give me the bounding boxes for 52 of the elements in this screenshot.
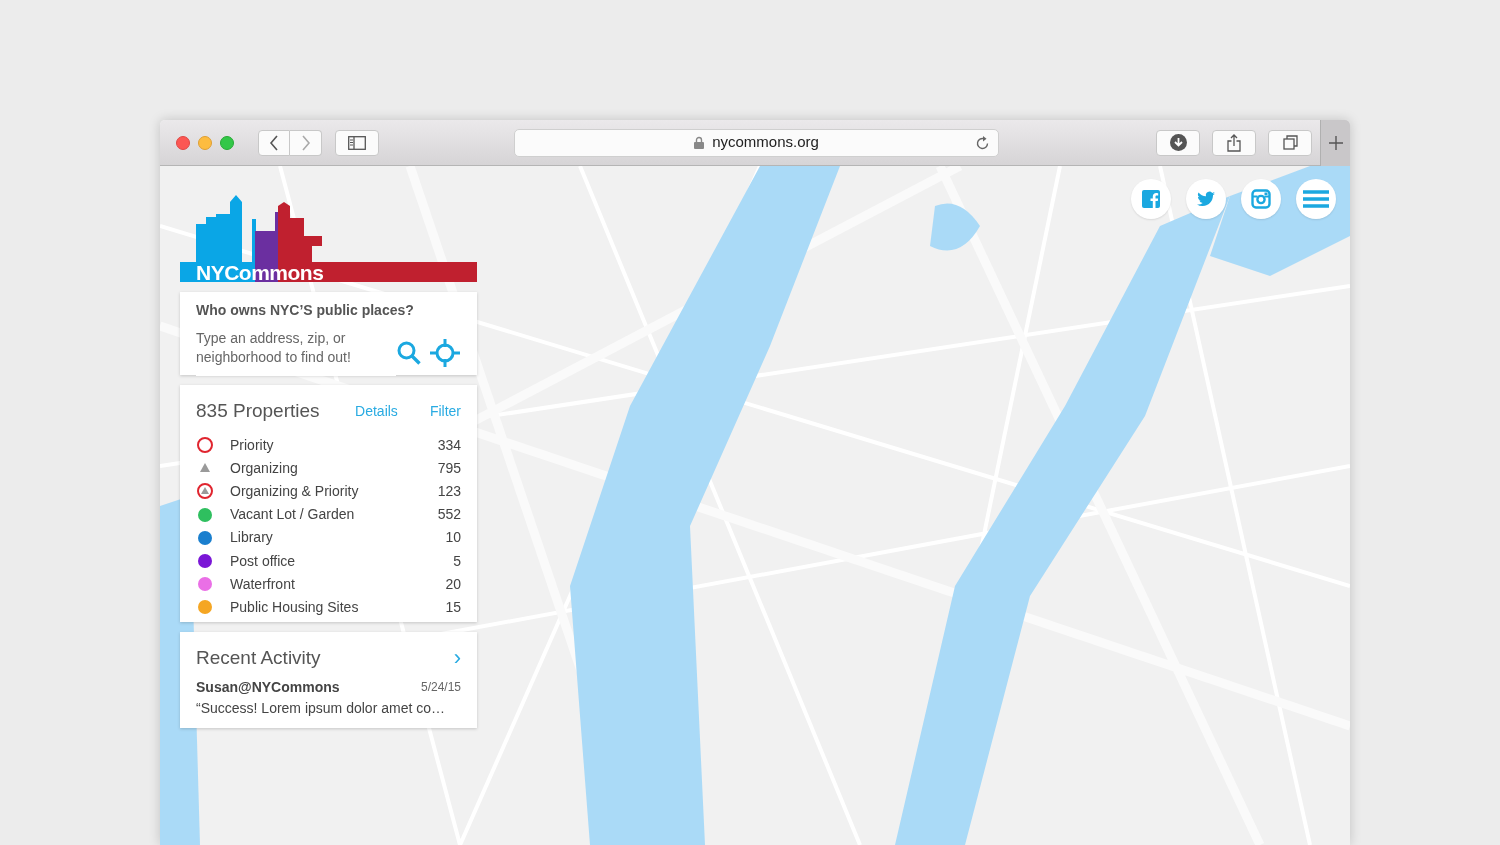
legend-count: 552 (437, 505, 461, 525)
plus-icon (1328, 135, 1343, 150)
expand-link[interactable]: › (453, 647, 461, 670)
search-question: Who owns NYC’S public places? (196, 301, 415, 320)
bird-icon (1196, 189, 1216, 209)
legend-count: 123 (437, 481, 461, 501)
properties-count-title: 835 Properties (196, 399, 320, 423)
share-button[interactable] (1212, 129, 1256, 156)
search-field[interactable]: Type an address, zip, or neighborhood to find out! (196, 329, 396, 376)
legend-count: 20 (445, 574, 461, 594)
tabs-button[interactable] (1268, 129, 1312, 156)
legend-label: Priority (230, 435, 274, 455)
legend-label: Library (230, 528, 273, 548)
new-tab-button[interactable] (1320, 120, 1350, 166)
search-icon[interactable] (397, 340, 421, 365)
reload-icon[interactable] (975, 135, 990, 151)
lock-icon (694, 136, 705, 149)
recent-activity-title: Recent Activity (196, 646, 321, 670)
properties-link[interactable]: Details (355, 400, 398, 422)
camera-icon (1251, 189, 1271, 209)
minimize-window-button[interactable] (198, 135, 212, 150)
legend-count: 10 (445, 528, 461, 548)
close-window-button[interactable] (176, 135, 190, 150)
legend-count: 15 (445, 597, 461, 617)
legend-count: 5 (453, 551, 461, 571)
properties-link[interactable]: Filter (429, 400, 461, 422)
forward-icon (300, 134, 311, 151)
legend-label: Public Housing Sites (230, 597, 359, 617)
menu-icon (1303, 189, 1329, 209)
sidebar-icon (348, 135, 366, 150)
back-icon (269, 134, 279, 151)
zoom-window-button[interactable] (220, 135, 234, 150)
legend-label: Organizing & Priority (230, 481, 359, 501)
legend-label: Vacant Lot / Garden (230, 505, 355, 525)
address-bar[interactable]: nycommons.org (514, 128, 999, 157)
sidebar-button[interactable] (335, 129, 379, 156)
downloads-button[interactable] (1156, 129, 1200, 156)
facebook-icon (1141, 189, 1161, 209)
locate-icon[interactable] (429, 338, 461, 367)
activity-user: Susan@NYCommons (196, 677, 340, 697)
legend-count: 795 (437, 458, 461, 478)
url-text: nycommons.org (712, 132, 819, 153)
legend-label: Organizing (230, 458, 298, 478)
legend-count: 334 (437, 435, 461, 455)
legend-label: Post office (230, 551, 296, 571)
back-button[interactable] (258, 129, 290, 156)
share-icon (1227, 133, 1241, 152)
activity-date: 5/24/15 (420, 679, 461, 696)
download-icon (1169, 134, 1187, 151)
activity-text: “Success! Lorem ipsum dolor amet co… (196, 698, 446, 718)
legend-label: Waterfront (230, 574, 295, 594)
tabs-icon (1282, 135, 1298, 150)
